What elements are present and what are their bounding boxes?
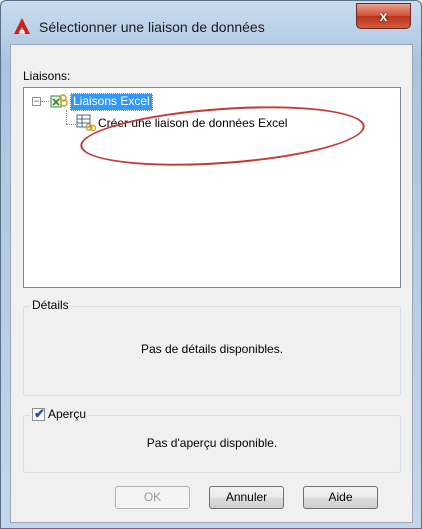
autocad-app-icon [14, 18, 30, 34]
cancel-button[interactable]: Annuler [209, 486, 284, 509]
details-text: Pas de détails disponibles. [140, 342, 284, 356]
dialog-window: Sélectionner une liaison de données x Li… [0, 0, 422, 529]
data-link-icon [76, 114, 96, 132]
tree-node-excel-links[interactable]: Liaisons Excel [70, 93, 153, 111]
window-title: Sélectionner une liaison de données [39, 19, 265, 35]
tree-connector [41, 101, 49, 102]
title-bar: Sélectionner une liaison de données x [1, 1, 421, 41]
links-tree[interactable]: − Liaisons Excel Créer une liaison de do… [23, 87, 401, 288]
check-icon: ✔ [34, 405, 45, 421]
preview-header: ✔ Aperçu [30, 405, 89, 421]
close-icon: x [379, 8, 388, 24]
collapse-icon[interactable]: − [32, 97, 41, 106]
help-button[interactable]: Aide [303, 486, 378, 509]
details-title: Détails [30, 298, 71, 312]
details-group: Détails Pas de détails disponibles. [23, 298, 401, 396]
dialog-client: Liaisons: − Liaisons Excel Créer une lia… [10, 44, 413, 523]
tree-connector [66, 110, 67, 124]
preview-text: Pas d'aperçu disponible. [146, 436, 278, 450]
excel-links-icon [50, 94, 68, 108]
tree-connector [66, 124, 76, 125]
links-label: Liaisons: [23, 69, 71, 83]
ok-button[interactable]: OK [115, 486, 190, 509]
preview-checkbox[interactable]: ✔ [32, 405, 45, 421]
preview-label[interactable]: Aperçu [48, 407, 86, 421]
close-button[interactable]: x [356, 3, 411, 29]
preview-group: ✔ Aperçu Pas d'aperçu disponible. [23, 406, 401, 473]
